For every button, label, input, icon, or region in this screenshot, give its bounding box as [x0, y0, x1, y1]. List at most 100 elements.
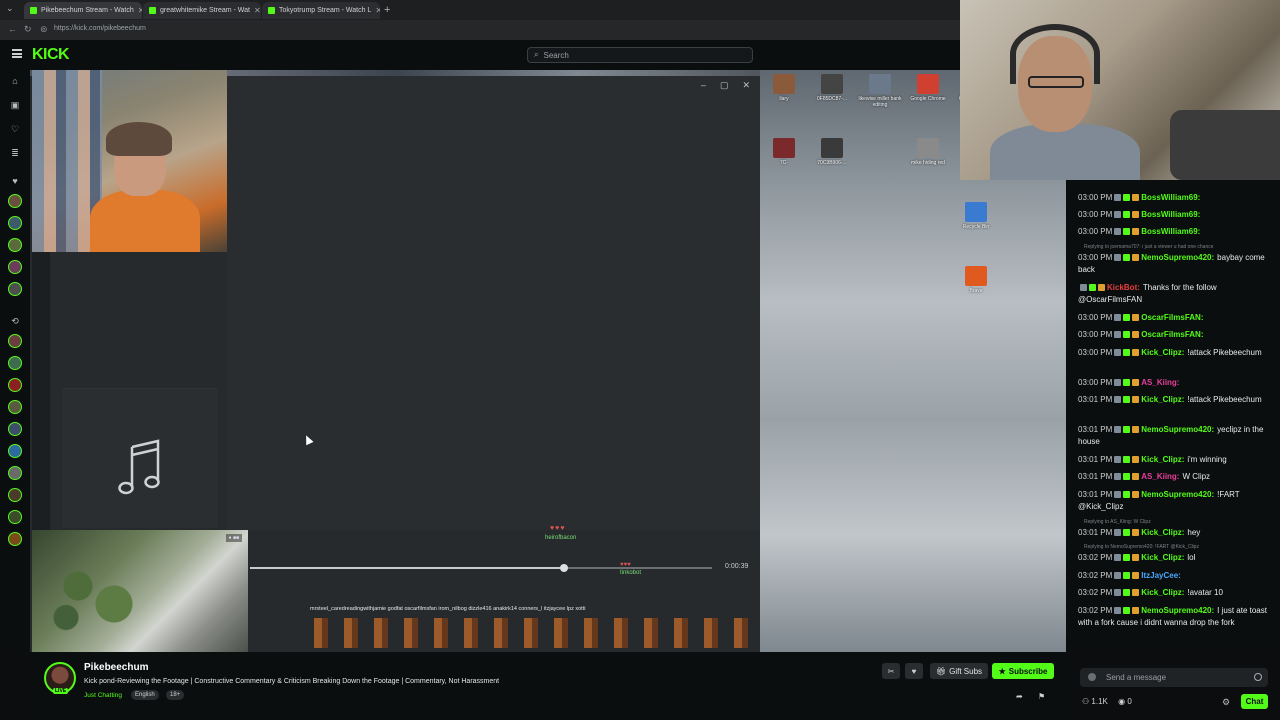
chat-username[interactable]: KickBot:: [1107, 283, 1140, 292]
subscribe-button[interactable]: ★ Subscribe: [992, 663, 1054, 679]
following-heart-icon[interactable]: ♥: [10, 176, 20, 186]
streamer-name[interactable]: Pikebeechum: [84, 662, 148, 673]
close-tab-icon[interactable]: ✕: [138, 6, 142, 15]
kick-logo[interactable]: KICK: [32, 46, 70, 64]
chat-username[interactable]: Kick_Clipz:: [1141, 455, 1184, 464]
share-icon[interactable]: ➦: [1016, 692, 1023, 701]
chat-username[interactable]: AS_Kiing:: [1141, 378, 1179, 387]
chat-badge-icon: [1114, 349, 1122, 356]
home-icon[interactable]: ⌂: [10, 76, 20, 86]
media-progress-bar[interactable]: [250, 564, 712, 572]
stream-category[interactable]: Just Chatting: [84, 692, 122, 699]
followed-channel-avatar[interactable]: [8, 194, 22, 208]
chat-badge-icon: [1114, 396, 1122, 403]
browse-icon[interactable]: ▣: [10, 100, 20, 110]
url-text[interactable]: https://kick.com/pikebeechum: [54, 25, 146, 32]
recommended-channel-avatar[interactable]: [8, 444, 22, 458]
kick-favicon-icon: [30, 7, 37, 14]
site-info-icon[interactable]: ⊚: [40, 24, 48, 35]
chat-timestamp: 03:01 PM: [1078, 528, 1113, 537]
chat-username[interactable]: BossWilliam69:: [1141, 227, 1200, 236]
new-tab-icon[interactable]: +: [384, 4, 390, 16]
chat-username[interactable]: NemoSupremo420:: [1141, 425, 1214, 434]
chat-username[interactable]: OscarFilmsFAN:: [1141, 330, 1203, 339]
hamburger-menu-icon[interactable]: [12, 49, 22, 58]
chat-reply-context: Replying to NemoSupremo420: !FART @Kick_…: [1084, 544, 1199, 550]
desktop-icon-image: [965, 202, 987, 222]
chat-username[interactable]: Kick_Clipz:: [1141, 348, 1184, 357]
desktop-icon-label: mike hiding red: [911, 160, 945, 166]
overlay-username: tinkobot: [620, 570, 642, 576]
browser-tab-tokyotrump[interactable]: Tokyotrump Stream - Watch L ✕: [262, 2, 380, 19]
reload-icon[interactable]: ↻: [24, 24, 32, 35]
search-input[interactable]: ⌕ Search: [527, 47, 753, 63]
recommended-channel-avatar[interactable]: [8, 422, 22, 436]
chat-username[interactable]: Kick_Clipz:: [1141, 553, 1184, 562]
chat-reply-context: Replying to AS_Kiing: W Clipz: [1084, 519, 1151, 525]
live-icon[interactable]: ⟲: [10, 316, 20, 326]
send-chat-button[interactable]: Chat: [1241, 694, 1268, 709]
followed-channel-avatar[interactable]: [8, 238, 22, 252]
music-panel: [62, 388, 218, 528]
following-heart-icon[interactable]: ♡: [10, 124, 20, 134]
chat-username[interactable]: BossWilliam69:: [1141, 193, 1200, 202]
browser-tab-greatwhitemike[interactable]: greatwhitemike Stream - Wat ✕: [143, 2, 261, 19]
recommended-channel-avatar[interactable]: [8, 334, 22, 348]
back-icon[interactable]: ←: [8, 24, 17, 34]
chat-settings-gear-icon[interactable]: ⚙: [1222, 697, 1230, 708]
chat-username[interactable]: NemoSupremo420:: [1141, 606, 1214, 615]
gift-subs-button[interactable]: 🎁︎ Gift Subs: [930, 663, 988, 679]
emote-picker-icon[interactable]: [1254, 673, 1262, 681]
chat-message: 03:01 PM Kick_Clipz: i'm winning: [1078, 454, 1274, 466]
chat-message: 03:00 PM OscarFilmsFAN:: [1078, 329, 1274, 341]
followed-channel-avatar[interactable]: [8, 260, 22, 274]
library-icon[interactable]: ≣: [10, 148, 20, 158]
chat-badge-icon: [1132, 254, 1140, 261]
tag-language[interactable]: English: [131, 690, 159, 700]
close-tab-icon[interactable]: ✕: [375, 6, 380, 15]
recommended-channel-avatar[interactable]: [8, 532, 22, 546]
desktop-icon: 0F85DC87-...: [810, 74, 854, 102]
clip-icon[interactable]: ✂: [882, 663, 900, 679]
viewers-icon: ⚇: [1082, 697, 1090, 706]
chat-message-input[interactable]: Send a message: [1080, 668, 1268, 687]
chat-text: !attack Pikebeechum: [1187, 395, 1262, 404]
recommended-channel-avatar[interactable]: [8, 488, 22, 502]
chat-username[interactable]: AS_Kiing:: [1141, 472, 1179, 481]
tag-age[interactable]: 18+: [166, 690, 185, 700]
chat-username[interactable]: Kick_Clipz:: [1141, 528, 1184, 537]
followed-channel-avatar[interactable]: [8, 282, 22, 296]
recommended-channel-avatar[interactable]: [8, 378, 22, 392]
chat-timestamp: 03:00 PM: [1078, 378, 1113, 387]
recommended-channel-avatar[interactable]: [8, 400, 22, 414]
chat-badge-icon: [1114, 572, 1122, 579]
chat-username[interactable]: BossWilliam69:: [1141, 210, 1200, 219]
chat-username[interactable]: Kick_Clipz:: [1141, 395, 1184, 404]
chat-username[interactable]: Kick_Clipz:: [1141, 588, 1184, 597]
chat-badge-icon: [1123, 228, 1131, 235]
chat-username[interactable]: ItzJayCee:: [1141, 571, 1181, 580]
chat-badge-icon: [1132, 314, 1140, 321]
chat-badge-icon: [1123, 473, 1131, 480]
chat-options-icon[interactable]: [1088, 673, 1096, 681]
recommended-channel-avatar[interactable]: [8, 356, 22, 370]
chat-message: 03:02 PM NemoSupremo420: I just ate toast …: [1078, 605, 1274, 629]
followed-channel-avatar[interactable]: [8, 216, 22, 230]
chat-message: 03:02 PM Kick_Clipz: lol: [1078, 552, 1274, 564]
chat-timestamp: 03:01 PM: [1078, 490, 1113, 499]
chat-text: !avatar 10: [1187, 588, 1223, 597]
follow-heart-icon[interactable]: ♥: [905, 663, 923, 679]
recommended-channel-avatar[interactable]: [8, 466, 22, 480]
browser-tab-pikebeechum[interactable]: Pikebeechum Stream - Watch ✕: [24, 2, 142, 19]
tab-list-chevron-icon[interactable]: ⌄: [6, 3, 14, 14]
desktop-icon-label: Recycle Bin: [962, 224, 990, 230]
chat-badge-icon: [1114, 589, 1122, 596]
progress-handle[interactable]: [560, 564, 569, 572]
chat-username[interactable]: NemoSupremo420:: [1141, 490, 1214, 499]
close-tab-icon[interactable]: ✕: [254, 6, 261, 15]
report-flag-icon[interactable]: ⚑: [1038, 692, 1045, 701]
chat-username[interactable]: NemoSupremo420:: [1141, 253, 1214, 262]
recommended-channel-avatar[interactable]: [8, 510, 22, 524]
video-player[interactable]: – ▢ ✕ ● ■■ ♥♥♥ heirofbacon ♥♥♥ tinkobot …: [30, 70, 760, 652]
chat-username[interactable]: OscarFilmsFAN:: [1141, 313, 1203, 322]
